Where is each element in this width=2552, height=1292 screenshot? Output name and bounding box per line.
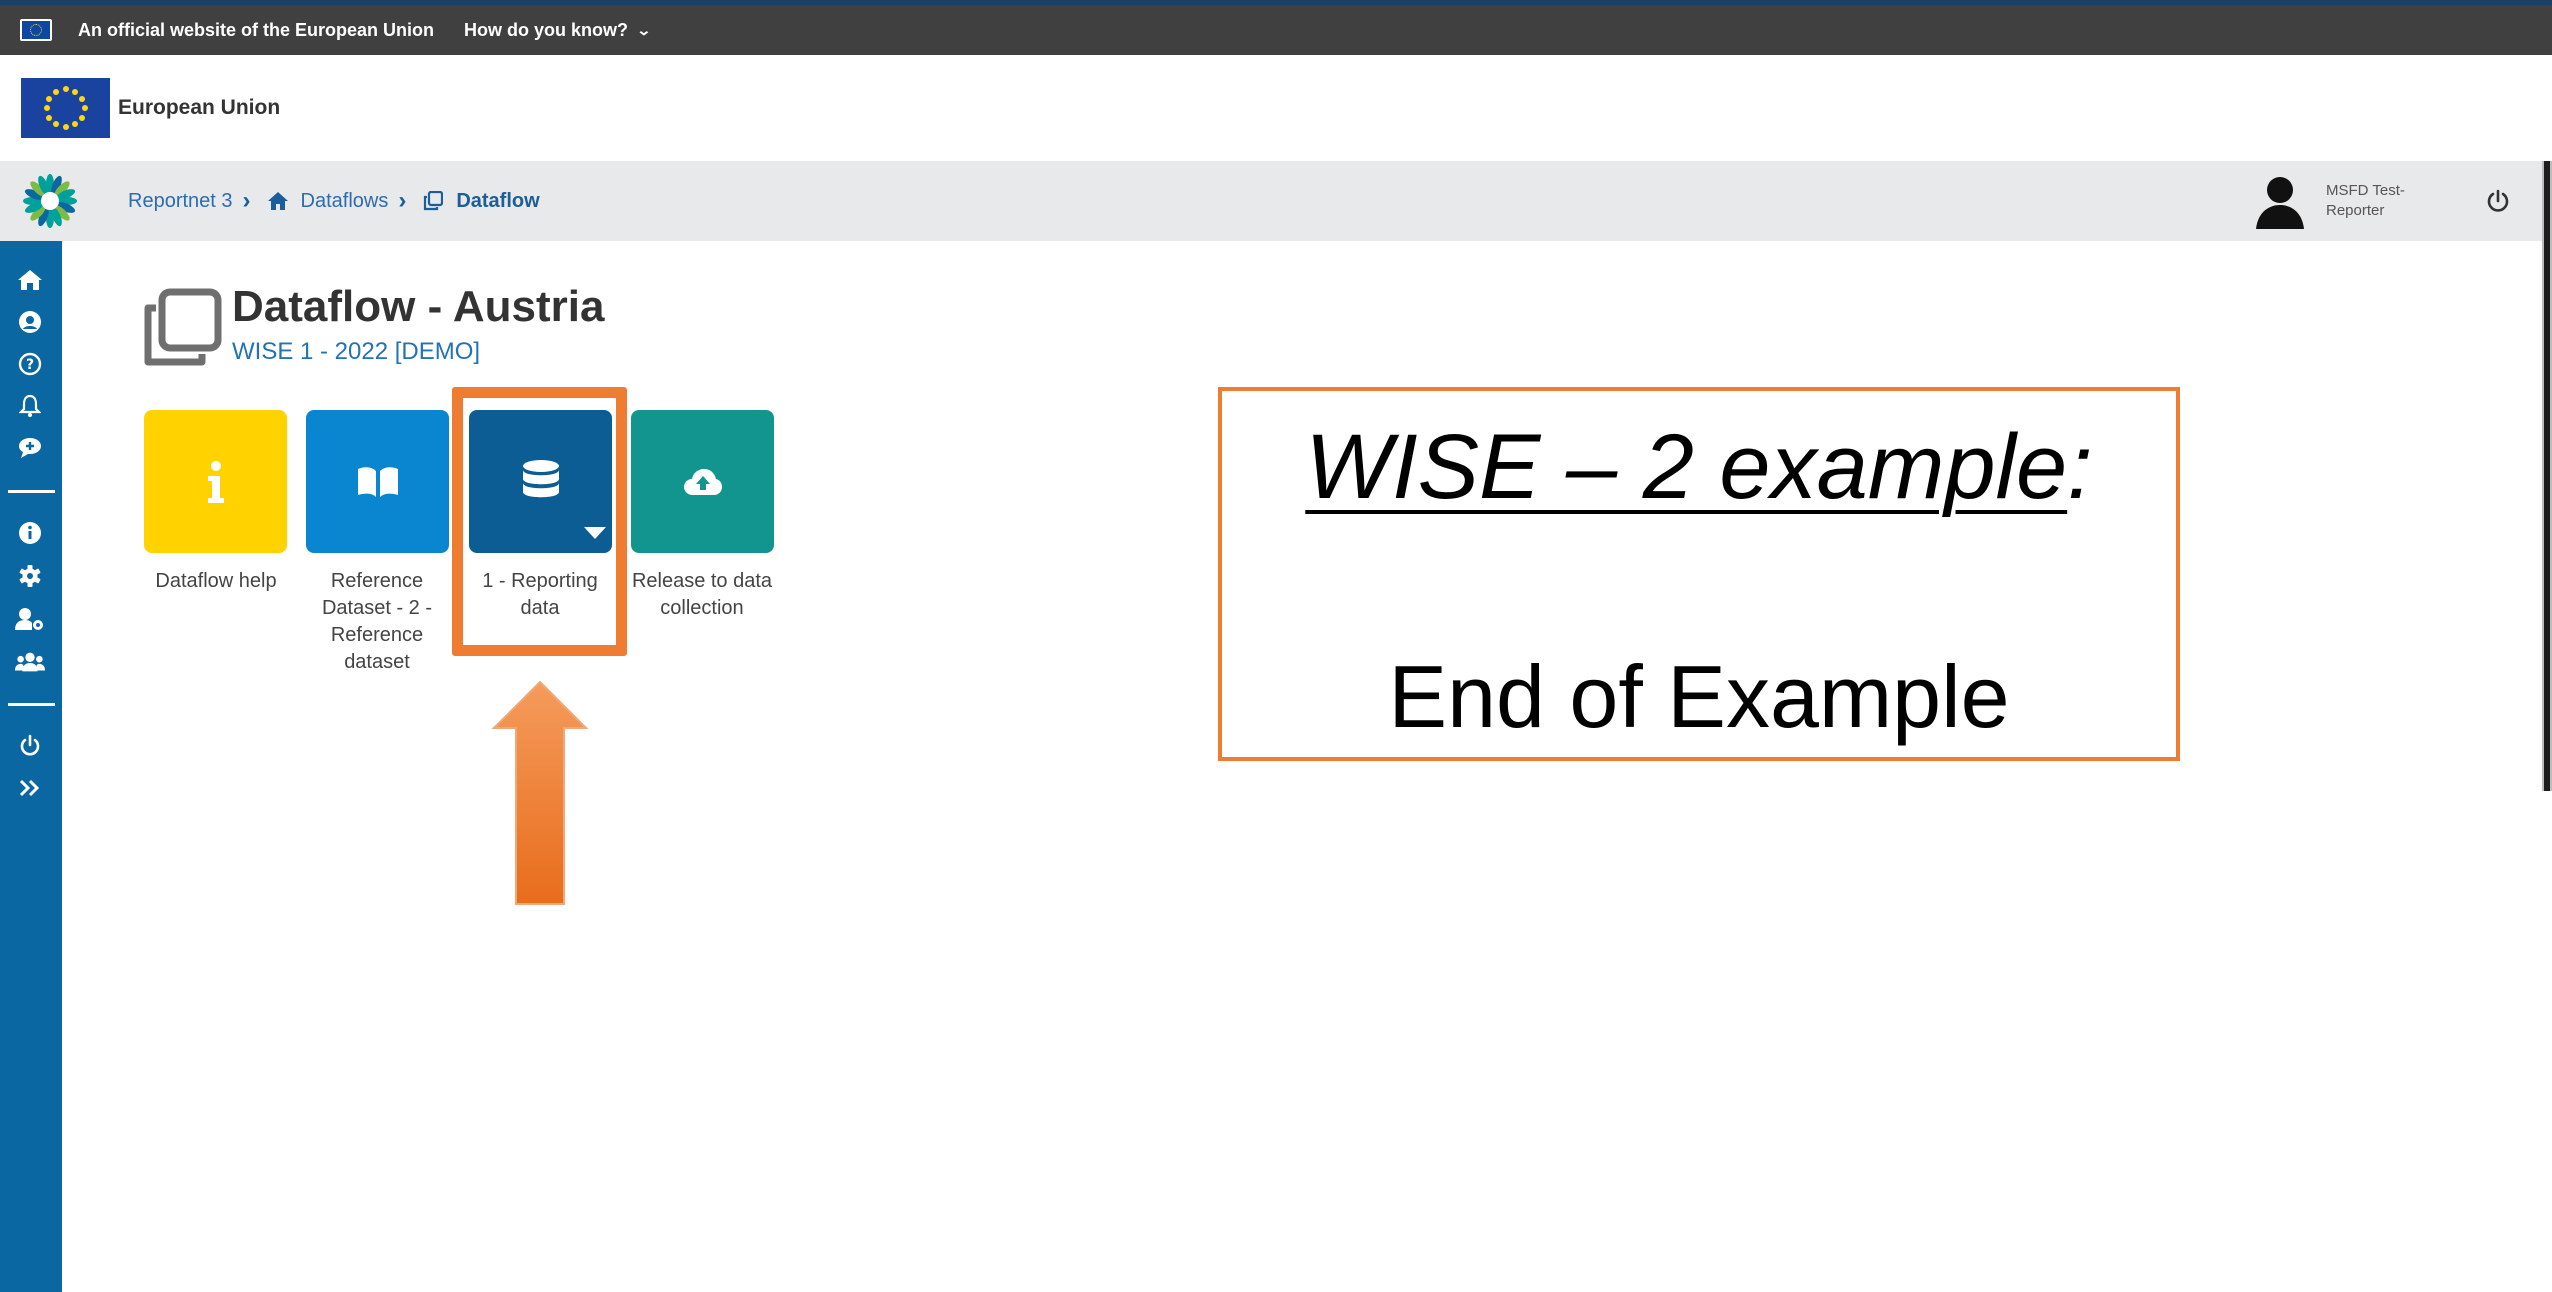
- how-do-you-know-toggle[interactable]: How do you know? ⌄: [464, 19, 652, 41]
- callout-title: WISE – 2 example:: [1222, 415, 2176, 520]
- home-icon[interactable]: [15, 265, 45, 295]
- scrollbar[interactable]: [2542, 161, 2552, 791]
- bell-icon[interactable]: [15, 391, 45, 421]
- eu-star: [53, 88, 59, 95]
- dataflow-help-label: Dataflow help: [155, 570, 277, 592]
- page-title: Dataflow - Austria: [232, 282, 605, 331]
- eu-star: [43, 105, 50, 111]
- eu-star: [72, 88, 78, 95]
- svg-text:?: ?: [26, 357, 34, 373]
- question-icon[interactable]: ?: [15, 349, 45, 379]
- eu-star: [46, 95, 53, 102]
- how-do-you-know-label: How do you know?: [464, 19, 629, 40]
- highlight-box: [452, 387, 627, 656]
- home-icon: [267, 190, 289, 212]
- sidebar-divider: [8, 490, 55, 493]
- clone-icon: [140, 286, 224, 370]
- callout-body: End of Example: [1388, 647, 2010, 746]
- left-sidebar: ?: [0, 241, 62, 1292]
- release-label: Release to data collection: [631, 570, 773, 619]
- logout-power-icon[interactable]: [2484, 187, 2512, 215]
- breadcrumb: Reportnet 3 › Dataflows › Dataflow: [128, 187, 540, 215]
- user-name[interactable]: MSFD Test-Reporter: [2326, 181, 2426, 221]
- eu-header: European Union: [0, 55, 2552, 161]
- eu-star: [53, 121, 59, 128]
- callout-title-colon: :: [2067, 416, 2093, 518]
- info-icon: [207, 460, 224, 503]
- callout-title-main: WISE – 2 example: [1305, 416, 2068, 518]
- chevron-down-icon: ⌄: [636, 21, 652, 38]
- info-icon[interactable]: [15, 518, 45, 548]
- breadcrumb-dataflows[interactable]: Dataflows: [301, 190, 389, 213]
- eu-title: European Union: [118, 96, 281, 119]
- sidebar-divider: [8, 703, 55, 706]
- eu-star: [62, 86, 69, 92]
- scrollbar-thumb[interactable]: [2544, 161, 2550, 791]
- release-tile[interactable]: [631, 410, 774, 553]
- clone-icon: [422, 190, 444, 212]
- comment-plus-icon[interactable]: [15, 433, 45, 463]
- eu-flag-logo[interactable]: [21, 78, 110, 138]
- power-icon[interactable]: [15, 731, 45, 761]
- eu-flag-small-icon: [20, 19, 52, 41]
- user-area: MSFD Test-Reporter: [2256, 161, 2552, 241]
- user-circle-icon[interactable]: [15, 307, 45, 337]
- book-open-icon: [357, 466, 398, 497]
- eu-star: [78, 114, 85, 121]
- reference-dataset-tile[interactable]: [306, 410, 449, 553]
- page-subtitle: WISE 1 - 2022 [DEMO]: [232, 338, 481, 365]
- breadcrumb-dataflow-current: Dataflow: [456, 189, 540, 212]
- double-chevron-right-icon[interactable]: [15, 773, 45, 803]
- eu-star: [46, 114, 53, 121]
- dataflow-help-tile[interactable]: [144, 410, 287, 553]
- reportnet-logo[interactable]: [22, 173, 78, 229]
- app-header: Reportnet 3 › Dataflows › Dataflow MSFD …: [0, 161, 2552, 241]
- user-avatar-icon[interactable]: [2256, 173, 2304, 229]
- arrow-up-icon: [490, 678, 590, 913]
- screen: An official website of the European Unio…: [0, 0, 2552, 1292]
- breadcrumb-reportnet[interactable]: Reportnet 3: [128, 190, 233, 213]
- users-icon[interactable]: [15, 647, 45, 677]
- official-website-text: An official website of the European Unio…: [78, 19, 435, 40]
- eu-star: [72, 121, 78, 128]
- eu-star: [81, 105, 88, 111]
- eu-star: [62, 124, 69, 130]
- gear-icon[interactable]: [15, 561, 45, 591]
- reference-dataset-label: Reference Dataset - 2 - Reference datase…: [321, 570, 433, 673]
- eu-star: [78, 95, 85, 102]
- eu-official-banner: An official website of the European Unio…: [0, 5, 2552, 55]
- chevron-right-icon: ›: [242, 187, 251, 214]
- user-cog-icon[interactable]: [15, 604, 45, 634]
- cloud-upload-icon: [683, 468, 722, 495]
- example-callout: WISE – 2 example: End of Example: [1218, 387, 2180, 761]
- chevron-right-icon: ›: [398, 187, 407, 214]
